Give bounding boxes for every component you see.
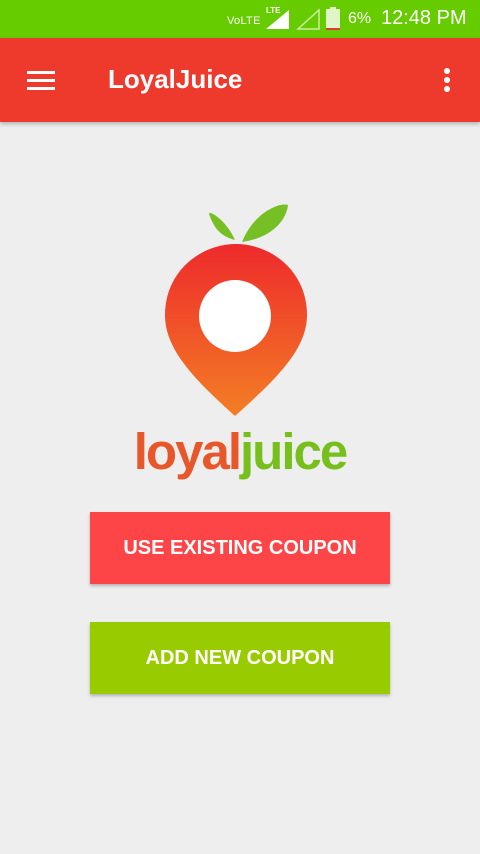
logo-text-juice: juice [240, 423, 348, 480]
loyaljuice-logo: loyaljuice [130, 200, 350, 496]
logo-text-loyal: loyal [133, 423, 242, 480]
app-title: LoyalJuice [108, 64, 243, 94]
app-bar: LoyalJuice [0, 38, 480, 122]
hamburger-menu-icon[interactable] [20, 60, 60, 100]
battery-percent: 6% [348, 10, 372, 27]
logo-wordmark: loyaljuice [130, 422, 350, 482]
battery-icon [326, 7, 340, 30]
clock: 12:48 PM [381, 7, 467, 29]
volte-indicator: VoLTE [227, 15, 261, 27]
add-new-coupon-button[interactable]: ADD NEW COUPON [90, 622, 390, 694]
signal-icon [296, 8, 320, 30]
use-existing-coupon-button[interactable]: USE EXISTING COUPON [90, 512, 390, 584]
status-bar: VoLTE LTE 6% 12:48 PM [0, 0, 480, 38]
fruit-pin-icon [165, 204, 307, 416]
lte-badge: LTE [266, 6, 281, 15]
more-options-icon[interactable] [430, 60, 464, 100]
